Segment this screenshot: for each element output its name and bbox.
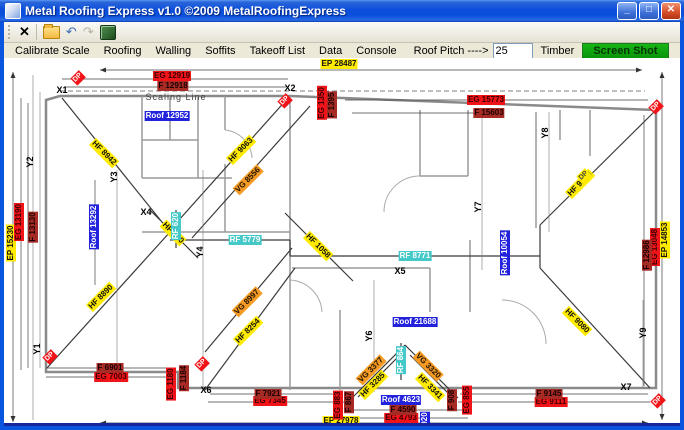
- measurement-label-f[interactable]: F 9145: [536, 389, 563, 399]
- measurement-label-rf[interactable]: RF 5779: [229, 235, 262, 245]
- measurement-label-rf[interactable]: RF 864: [396, 346, 406, 374]
- menubar: Calibrate ScaleRoofingWallingSoffitsTake…: [4, 43, 680, 58]
- measurement-label-eg[interactable]: EG 7003: [94, 372, 128, 382]
- measurement-label-f[interactable]: F 908: [447, 389, 457, 411]
- measurement-label-eg[interactable]: EG 13190: [14, 203, 24, 241]
- axis-marker: X5: [393, 266, 406, 276]
- app-icon: [5, 3, 21, 19]
- measurement-label-f[interactable]: F 1184: [179, 365, 189, 391]
- window-titlebar: Metal Roofing Express v1.0 ©2009 MetalRo…: [0, 0, 684, 22]
- toolbar-grip: [8, 25, 13, 39]
- measurement-label-eg[interactable]: EG 12919: [153, 71, 191, 81]
- menu-item-console[interactable]: Console: [349, 45, 403, 57]
- axis-marker: Y6: [364, 329, 374, 342]
- measurement-label-ep[interactable]: EP 28487: [321, 59, 358, 69]
- save-snapshot-icon[interactable]: [100, 25, 116, 40]
- axis-marker: Y8: [540, 126, 550, 139]
- measurement-label-f[interactable]: F 13130: [28, 211, 38, 242]
- axis-marker: Y7: [473, 200, 483, 213]
- open-folder-icon[interactable]: [43, 26, 60, 39]
- application-window: Metal Roofing Express v1.0 ©2009 MetalRo…: [0, 0, 684, 430]
- maximize-button[interactable]: □: [639, 2, 659, 20]
- axis-marker: Y4: [195, 245, 205, 258]
- roof-pitch-input[interactable]: [493, 43, 533, 59]
- measurement-label-ep[interactable]: EP 14853: [660, 222, 670, 259]
- measurement-label-f[interactable]: F 7921: [255, 389, 282, 399]
- axis-marker: Y9: [638, 326, 648, 339]
- menu-item-soffits[interactable]: Soffits: [198, 45, 242, 57]
- measurement-label-roof[interactable]: Roof 4623: [381, 395, 421, 405]
- measurement-label-eg[interactable]: EG 883: [333, 390, 343, 419]
- measurement-label-eg[interactable]: EG 1350: [317, 86, 327, 120]
- measurement-label-f[interactable]: F 1395: [327, 92, 337, 119]
- redo-icon: ↷: [83, 24, 94, 40]
- measurement-label-roof[interactable]: Roof 10054: [500, 231, 510, 276]
- axis-marker: Y3: [109, 170, 119, 183]
- menu-item-walling[interactable]: Walling: [149, 45, 199, 57]
- measurement-label-eg[interactable]: EG 15773: [467, 95, 505, 105]
- menu-item-data[interactable]: Data: [312, 45, 349, 57]
- timber-label: Timber: [539, 45, 583, 57]
- toolbar-separator: [36, 24, 37, 40]
- measurement-label-f[interactable]: F 6901: [97, 363, 124, 373]
- roof-pitch-label: Roof Pitch ---->: [404, 45, 493, 57]
- measurement-label-f[interactable]: F 867: [344, 391, 354, 413]
- menu-item-roofing[interactable]: Roofing: [97, 45, 149, 57]
- menu-item-takeoff-list[interactable]: Takeoff List: [243, 45, 312, 57]
- axis-marker: X2: [283, 83, 296, 93]
- window-body: ✕ ↶ ↷ Calibrate ScaleRoofingWallingSoffi…: [0, 22, 684, 430]
- axis-marker: Y2: [25, 155, 35, 168]
- axis-marker: X7: [619, 382, 632, 392]
- measurement-label-roof[interactable]: 920: [420, 411, 430, 426]
- plan-canvas[interactable]: EP 28487EP 15230EP 14853EP 27978HF 8942H…: [4, 58, 680, 426]
- axis-marker: X1: [55, 85, 68, 95]
- measurement-label-roof[interactable]: Roof 13292: [89, 205, 99, 250]
- measurement-label-f[interactable]: F 12918: [157, 81, 188, 91]
- undo-icon[interactable]: ↶: [66, 24, 77, 40]
- measurement-label-roof[interactable]: Roof 12952: [145, 111, 190, 121]
- menu-item-calibrate-scale[interactable]: Calibrate Scale: [8, 45, 97, 57]
- measurement-label-roof[interactable]: Roof 21688: [393, 317, 438, 327]
- measurement-label-eg[interactable]: EG 855: [462, 385, 472, 414]
- scaling-line-note: Scaling Line: [144, 92, 207, 102]
- measurement-label-f[interactable]: F 15603: [473, 108, 504, 118]
- window-title: Metal Roofing Express v1.0 ©2009 MetalRo…: [25, 4, 615, 18]
- close-button[interactable]: ✕: [661, 2, 681, 20]
- measurement-label-rf[interactable]: RF 620: [171, 212, 181, 240]
- measurement-label-f[interactable]: F 12986: [642, 239, 652, 270]
- clear-icon[interactable]: ✕: [19, 23, 30, 41]
- toolbar: ✕ ↶ ↷: [4, 22, 680, 43]
- axis-marker: X6: [199, 385, 212, 395]
- screen-shot-button[interactable]: Screen Shot: [582, 43, 668, 59]
- measurement-label-eg[interactable]: EG 1180: [166, 367, 176, 400]
- measurement-label-f[interactable]: F 4590: [390, 405, 417, 415]
- minimize-button[interactable]: _: [617, 2, 637, 20]
- measurement-label-rf[interactable]: RF 8771: [399, 251, 432, 261]
- axis-marker: Y1: [32, 342, 42, 355]
- axis-marker: X4: [139, 207, 152, 217]
